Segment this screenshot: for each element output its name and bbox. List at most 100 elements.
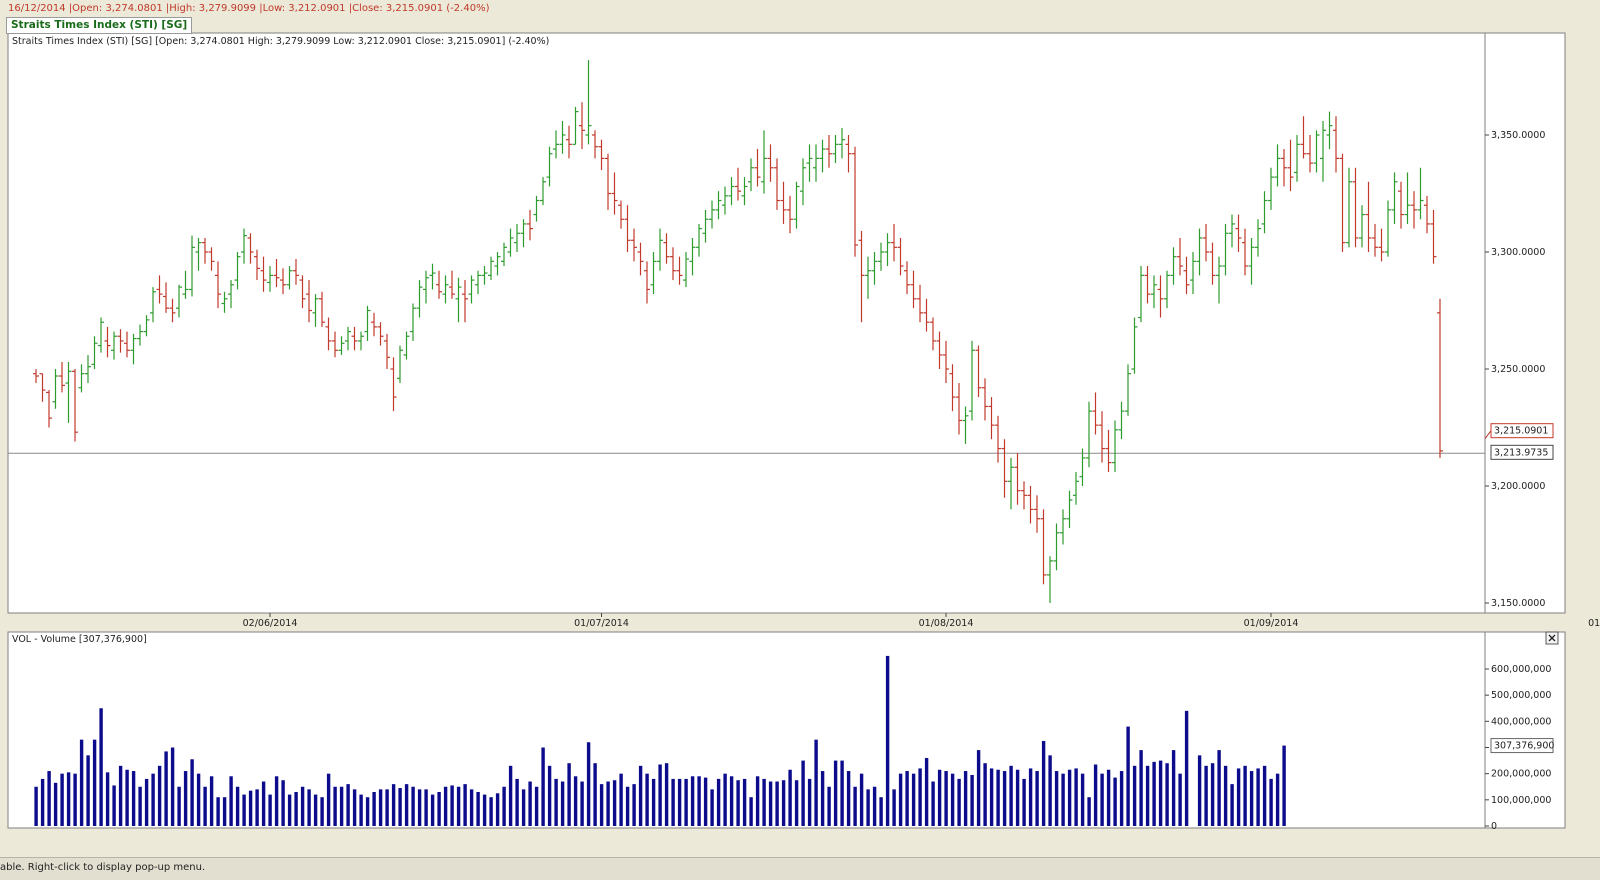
volume-bar	[53, 782, 58, 826]
volume-bar	[79, 739, 84, 826]
volume-bar	[651, 778, 656, 826]
volume-bar	[190, 759, 194, 826]
price-tick-label: 3,200.0000	[1491, 481, 1545, 492]
volume-bar	[872, 786, 877, 826]
volume-bar	[957, 778, 961, 826]
volume-bar	[1223, 765, 1228, 826]
volume-bar	[209, 776, 214, 826]
volume-bar	[125, 769, 129, 826]
volume-bar	[554, 778, 558, 826]
volume-bar	[268, 794, 272, 826]
volume-bar	[801, 760, 805, 826]
volume-bar	[1171, 750, 1176, 826]
volume-bar	[1061, 773, 1065, 826]
volume-bar	[508, 765, 513, 826]
volume-bar	[411, 786, 415, 826]
volume-bar	[339, 786, 344, 826]
volume-bar	[326, 773, 331, 826]
volume-bar	[248, 790, 253, 826]
volume-bar	[840, 760, 844, 826]
volume-bar	[996, 769, 1000, 826]
chart-area[interactable]: Straits Times Index (STI) [SG] [Open: 3,…	[0, 0, 1600, 879]
volume-bar	[1054, 771, 1059, 826]
volume-bar	[749, 797, 753, 826]
volume-tick-label: 500,000,000	[1491, 690, 1551, 701]
volume-bar	[1165, 763, 1169, 826]
volume-bar	[73, 773, 77, 826]
volume-bar	[547, 765, 552, 826]
volume-bar	[424, 789, 428, 826]
volume-tick-label: 600,000,000	[1491, 664, 1551, 675]
volume-bar	[586, 742, 591, 826]
volume-bar	[866, 789, 870, 826]
date-tick-label: 01/07/2014	[574, 618, 629, 629]
volume-bar	[1119, 771, 1124, 826]
price-tick-label: 3,150.0000	[1491, 598, 1545, 609]
volume-bar	[820, 771, 825, 826]
volume-bar	[690, 776, 695, 826]
volume-bar	[963, 771, 968, 826]
price-tag-label: 3,215.0901	[1494, 426, 1548, 437]
volume-bar	[255, 789, 259, 826]
volume-bar	[1249, 771, 1254, 826]
volume-bar	[313, 794, 318, 826]
date-tick-label: 01/10/2014	[1588, 618, 1600, 629]
volume-bar	[1035, 771, 1039, 826]
volume-bar	[593, 763, 597, 826]
volume-bar	[983, 763, 987, 826]
volume-bar	[1113, 777, 1117, 826]
volume-bar	[151, 773, 155, 826]
volume-bar	[40, 778, 45, 826]
volume-bar	[482, 794, 487, 826]
volume-tick-label: 200,000,000	[1491, 769, 1551, 780]
volume-bar	[684, 778, 688, 826]
volume-bar	[47, 771, 51, 826]
volume-bar	[437, 791, 441, 826]
volume-bar	[807, 778, 812, 826]
volume-bar	[404, 784, 409, 826]
volume-bar	[112, 785, 116, 826]
price-panel	[7, 32, 1486, 614]
volume-tag-label: 307,376,900	[1494, 741, 1554, 752]
price-tick-label: 3,250.0000	[1491, 364, 1545, 375]
volume-bar	[495, 793, 500, 826]
price-axis-box	[1484, 32, 1566, 614]
volume-bar	[892, 789, 896, 826]
volume-bar	[346, 784, 350, 826]
volume-bar	[138, 786, 142, 826]
price-tag-label: 3,213.9735	[1494, 447, 1548, 458]
volume-bar	[1093, 764, 1098, 826]
date-tick-label: 01/09/2014	[1244, 618, 1299, 629]
volume-bar	[99, 708, 103, 826]
volume-bar	[1139, 750, 1143, 826]
volume-bar	[814, 739, 818, 826]
volume-bar	[66, 772, 71, 826]
volume-bar	[365, 797, 370, 826]
volume-bar	[1275, 773, 1280, 826]
volume-bar	[1262, 765, 1267, 826]
volume-bar	[1067, 769, 1072, 826]
volume-bar	[1009, 765, 1013, 826]
volume-bar	[1282, 745, 1286, 826]
volume-bar	[398, 788, 402, 826]
date-tick-label: 02/06/2014	[243, 618, 298, 629]
volume-bar	[970, 774, 974, 826]
volume-tick-label: 0	[1491, 821, 1497, 832]
volume-bar	[781, 780, 786, 826]
volume-bar	[879, 797, 883, 826]
volume-bar	[359, 794, 363, 826]
volume-bar	[1236, 768, 1241, 826]
volume-bar	[1152, 761, 1156, 826]
volume-bar	[1256, 768, 1260, 826]
volume-bar	[534, 786, 539, 826]
volume-bar	[417, 789, 422, 826]
legend-tab[interactable]: Straits Times Index (STI) [SG]	[6, 17, 193, 34]
volume-bar	[768, 781, 773, 826]
volume-bar	[1230, 784, 1234, 826]
volume-bar	[183, 771, 188, 826]
volume-bar	[118, 765, 123, 826]
close-icon[interactable]	[1545, 631, 1559, 645]
volume-bar	[164, 751, 168, 826]
volume-bar	[515, 778, 519, 826]
volume-bar	[86, 755, 90, 826]
